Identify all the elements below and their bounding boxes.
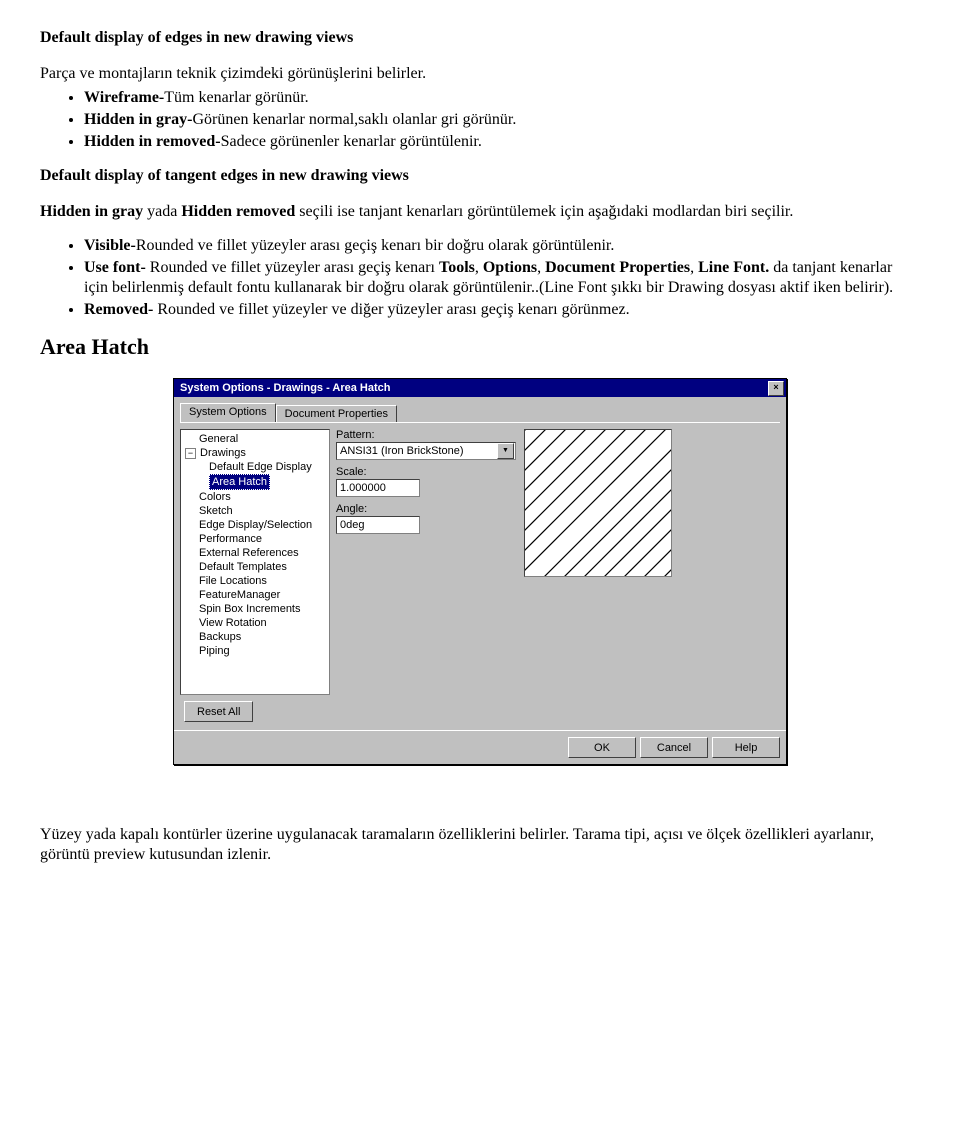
paragraph-intro: Parça ve montajların teknik çizimdeki gö… [40, 64, 920, 84]
tree-item-label: Default Templates [199, 560, 287, 574]
tab-document-properties[interactable]: Document Properties [276, 405, 397, 422]
close-button[interactable]: × [768, 381, 784, 396]
hatch-pattern-icon [525, 430, 671, 576]
tree-item-colors[interactable]: Colors [181, 490, 329, 504]
tree-item-label: Edge Display/Selection [199, 518, 312, 532]
reset-all-button[interactable]: Reset All [184, 701, 253, 722]
tree-item-label: View Rotation [199, 616, 267, 630]
angle-input[interactable]: 0deg [336, 516, 420, 534]
tree-item-piping[interactable]: Piping [181, 644, 329, 658]
pattern-combo[interactable]: ANSI31 (Iron BrickStone) ▼ [336, 442, 516, 460]
tree-item-drawings[interactable]: −Drawings [181, 446, 329, 460]
heading-default-edges: Default display of edges in new drawing … [40, 28, 920, 48]
scale-input[interactable]: 1.000000 [336, 479, 420, 497]
tree-item-label: FeatureManager [199, 588, 280, 602]
cancel-button[interactable]: Cancel [640, 737, 708, 758]
tree-item-label: Piping [199, 644, 230, 658]
tree-item-default-templates[interactable]: Default Templates [181, 560, 329, 574]
ok-button[interactable]: OK [568, 737, 636, 758]
options-tree[interactable]: General−DrawingsDefault Edge DisplayArea… [180, 429, 330, 695]
tree-item-label: Backups [199, 630, 241, 644]
tree-item-label: Area Hatch [209, 474, 270, 490]
bullet-usefont: Use font- Rounded ve fillet yüzeyler ara… [84, 258, 920, 298]
help-button[interactable]: Help [712, 737, 780, 758]
pattern-label: Pattern: [336, 429, 516, 441]
tree-item-label: Drawings [200, 446, 246, 460]
scale-label: Scale: [336, 466, 516, 478]
tree-item-view-rotation[interactable]: View Rotation [181, 616, 329, 630]
tree-item-label: External References [199, 546, 299, 560]
paragraph-footer: Yüzey yada kapalı kontürler üzerine uygu… [40, 825, 920, 865]
tree-item-label: Spin Box Increments [199, 602, 301, 616]
angle-label: Angle: [336, 503, 516, 515]
tree-item-default-edge-display[interactable]: Default Edge Display [181, 460, 329, 474]
tree-item-spin-box-increments[interactable]: Spin Box Increments [181, 602, 329, 616]
tree-item-label: Colors [199, 490, 231, 504]
bullet-hidden-removed: Hidden in removed-Sadece görünenler kena… [84, 132, 920, 152]
tree-item-label: Default Edge Display [209, 460, 312, 474]
tree-item-file-locations[interactable]: File Locations [181, 574, 329, 588]
tree-toggle-icon[interactable]: − [185, 448, 196, 459]
tab-system-options[interactable]: System Options [180, 403, 276, 422]
paragraph-tangent: Hidden in gray yada Hidden removed seçil… [40, 202, 920, 222]
dialog-titlebar: System Options - Drawings - Area Hatch × [174, 379, 786, 397]
tree-item-performance[interactable]: Performance [181, 532, 329, 546]
tree-item-label: Sketch [199, 504, 233, 518]
bullet-list-edges: Wireframe-Tüm kenarlar görünür. Hidden i… [40, 88, 920, 152]
tree-item-general[interactable]: General [181, 432, 329, 446]
tab-strip: System Options Document Properties [174, 397, 786, 422]
tree-item-label: General [199, 432, 238, 446]
chevron-down-icon[interactable]: ▼ [497, 443, 514, 459]
bullet-wireframe: Wireframe-Tüm kenarlar görünür. [84, 88, 920, 108]
pattern-value: ANSI31 (Iron BrickStone) [340, 445, 464, 457]
tree-item-edge-display-selection[interactable]: Edge Display/Selection [181, 518, 329, 532]
dialog-screenshot: System Options - Drawings - Area Hatch ×… [40, 378, 920, 765]
tree-item-area-hatch[interactable]: Area Hatch [181, 474, 329, 490]
tree-item-sketch[interactable]: Sketch [181, 504, 329, 518]
tree-item-backups[interactable]: Backups [181, 630, 329, 644]
tree-item-external-references[interactable]: External References [181, 546, 329, 560]
tree-item-label: Performance [199, 532, 262, 546]
heading-area-hatch: Area Hatch [40, 334, 920, 360]
heading-tangent-edges: Default display of tangent edges in new … [40, 166, 920, 186]
bullet-list-tangent: Visible-Rounded ve fillet yüzeyler arası… [40, 236, 920, 320]
bullet-hidden-gray: Hidden in gray-Görünen kenarlar normal,s… [84, 110, 920, 130]
tree-item-featuremanager[interactable]: FeatureManager [181, 588, 329, 602]
system-options-dialog: System Options - Drawings - Area Hatch ×… [173, 378, 787, 765]
hatch-preview [524, 429, 672, 577]
bullet-visible: Visible-Rounded ve fillet yüzeyler arası… [84, 236, 920, 256]
bullet-removed: Removed- Rounded ve fillet yüzeyler ve d… [84, 300, 920, 320]
tree-item-label: File Locations [199, 574, 267, 588]
dialog-title: System Options - Drawings - Area Hatch [180, 382, 390, 394]
